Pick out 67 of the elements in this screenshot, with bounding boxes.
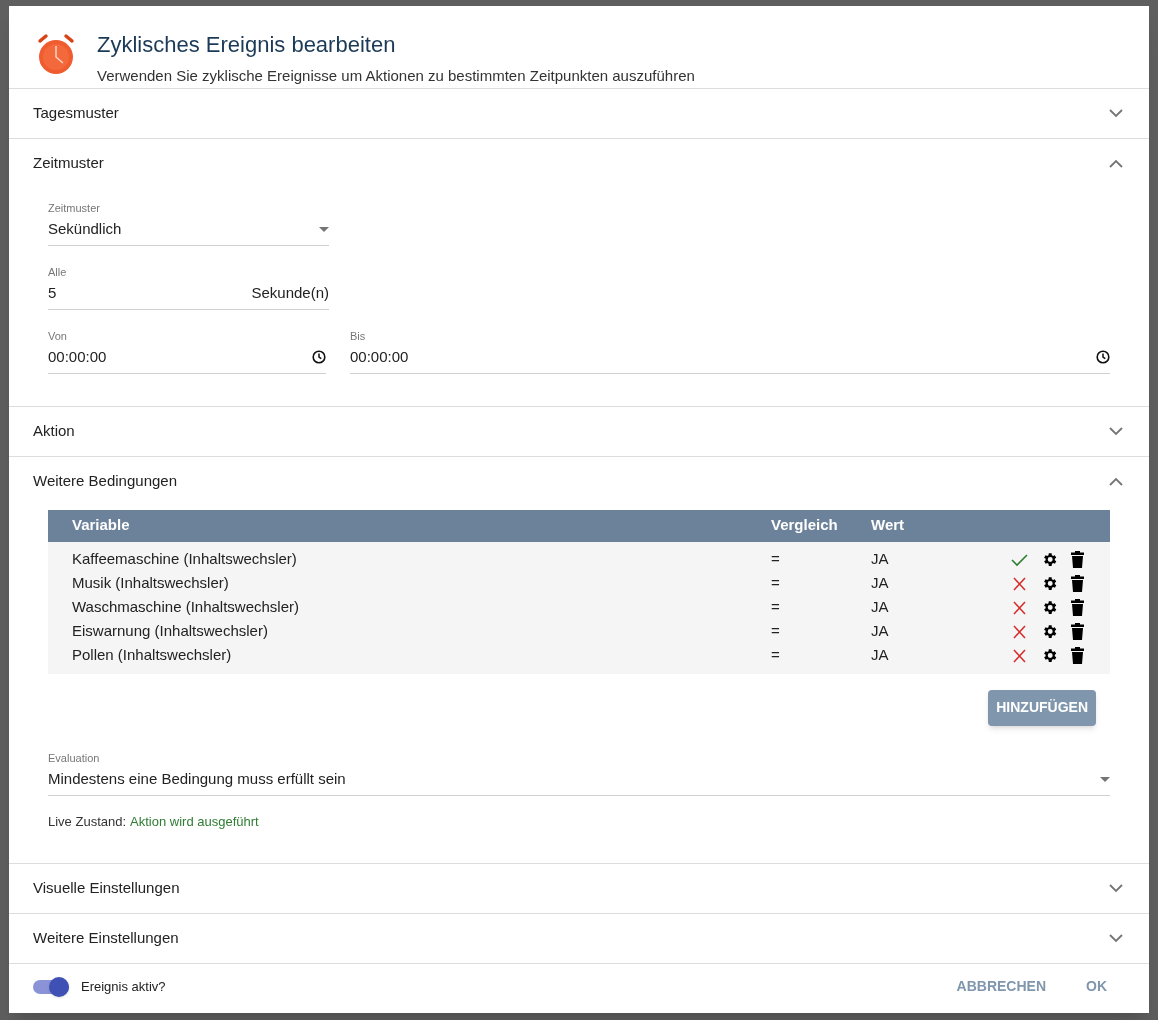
table-cell-text: = — [771, 645, 781, 666]
pattern-select[interactable]: Zeitmuster Sekündlich — [48, 199, 329, 246]
unit-label: Sekunde(n) — [251, 283, 329, 303]
dropdown-caret-icon[interactable] — [319, 226, 329, 232]
settings-icon[interactable] — [1041, 575, 1058, 592]
settings-icon[interactable] — [1041, 551, 1058, 568]
select-value: Mindestens eine Bedingung muss erfüllt sein — [48, 769, 346, 789]
table-cell-text: JA — [871, 621, 890, 642]
interval-field[interactable]: Alle 5 Sekunde(n) — [48, 263, 329, 310]
section-header[interactable]: Zeitmuster — [9, 138, 1149, 188]
field-label: Bis — [350, 328, 367, 344]
table-cell-text: = — [771, 621, 781, 642]
table-cell-text: Eiswarnung (Inhaltswechsler) — [72, 621, 269, 642]
time-field[interactable]: Von 00:00:00 — [48, 327, 326, 374]
time-value: 00:00:00 — [48, 347, 107, 367]
chevron-up-icon[interactable] — [1109, 158, 1123, 168]
trash-icon[interactable] — [1071, 551, 1084, 568]
dialog-title: Zyklisches Ereignis bearbeiten — [97, 31, 397, 59]
time-field[interactable]: Bis 00:00:00 — [350, 327, 1110, 374]
column-header: Variable — [72, 515, 131, 536]
trash-icon[interactable] — [1071, 599, 1084, 616]
table-cell-text: Pollen (Inhaltswechsler) — [72, 645, 233, 666]
field-label: Alle — [48, 264, 68, 280]
table-cell-text: JA — [871, 597, 890, 618]
chevron-down-icon[interactable] — [1109, 108, 1123, 118]
select-value: Sekündlich — [48, 219, 122, 239]
section-header[interactable]: Aktion — [9, 406, 1149, 456]
dropdown-caret-icon[interactable] — [1100, 776, 1110, 782]
column-header: Vergleich — [771, 515, 839, 536]
section-header[interactable]: Visuelle Einstellungen — [9, 864, 1149, 913]
table-cell-text: JA — [871, 573, 890, 594]
settings-icon[interactable] — [1041, 647, 1058, 664]
table-cell-text: JA — [871, 645, 890, 666]
table-cell-text: = — [771, 573, 781, 594]
chevron-up-icon[interactable] — [1109, 476, 1123, 486]
table-cell-text: = — [771, 597, 781, 618]
table-cell-text: Kaffeemaschine (Inhaltswechsler) — [72, 549, 298, 570]
live-status-value: Aktion wird ausgeführt — [130, 812, 259, 831]
toggle-label: Ereignis aktiv? — [81, 977, 166, 996]
settings-icon[interactable] — [1041, 623, 1058, 640]
chevron-down-icon[interactable] — [1109, 934, 1123, 943]
section-header[interactable]: Weitere Bedingungen — [9, 456, 1149, 506]
field-label: Von — [48, 328, 68, 344]
field-label: Evaluation — [48, 750, 101, 766]
dialog-subtitle: Verwenden Sie zyklische Ereignisse um Aktionen zu bestimmten Zeitpunkten auszuführen — [97, 66, 695, 86]
table-cell-text: Waschmaschine (Inhaltswechsler) — [72, 597, 301, 618]
trash-icon[interactable] — [1071, 575, 1084, 592]
live-status-label: Live Zustand: — [48, 812, 127, 831]
time-value: 00:00:00 — [350, 347, 409, 367]
field-value: 5 — [48, 283, 57, 303]
chevron-down-icon[interactable] — [1109, 884, 1123, 893]
settings-icon[interactable] — [1041, 599, 1058, 616]
trash-icon[interactable] — [1071, 647, 1084, 664]
alarm-clock-icon — [37, 32, 75, 76]
clock-icon[interactable] — [312, 350, 326, 365]
section-header[interactable]: Weitere Einstellungen — [9, 914, 1149, 963]
column-header: Wert — [871, 515, 905, 536]
section-header[interactable]: Tagesmuster — [9, 88, 1149, 138]
table-cell-text: = — [771, 549, 781, 570]
chevron-down-icon[interactable] — [1109, 426, 1123, 436]
clock-icon[interactable] — [1096, 350, 1110, 365]
field-label: Zeitmuster — [48, 200, 101, 216]
toggle-switch[interactable] — [33, 979, 69, 994]
table-cell-text: Musik (Inhaltswechsler) — [72, 573, 230, 594]
evaluation-select[interactable]: Evaluation Mindestens eine Bedingung muss erfüllt sein — [48, 749, 1110, 796]
table-cell-text: JA — [871, 549, 890, 570]
trash-icon[interactable] — [1071, 623, 1084, 640]
